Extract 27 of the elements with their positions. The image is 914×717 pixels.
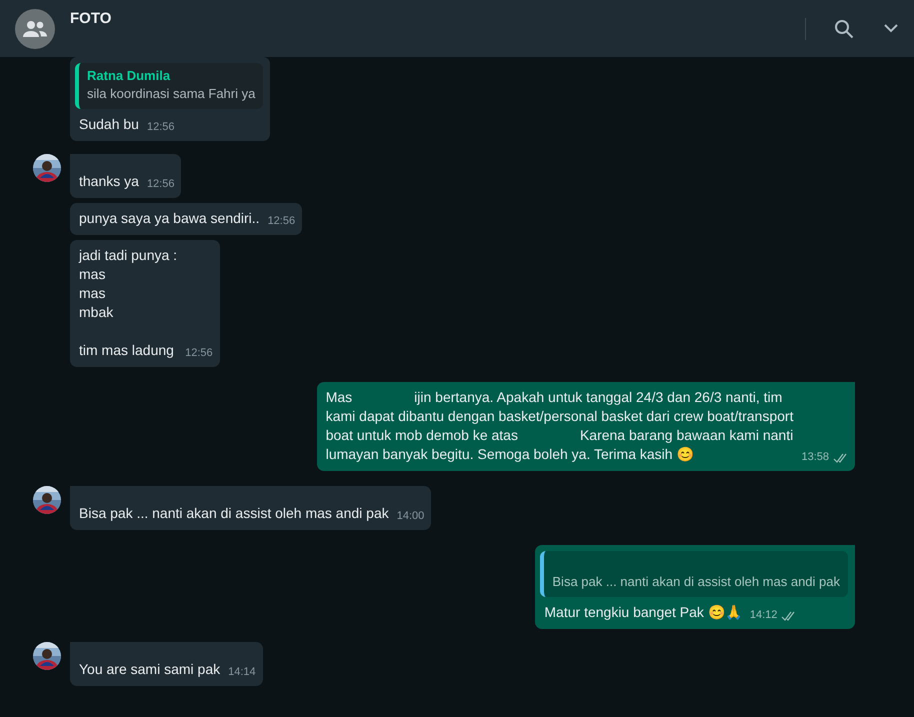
chat-title: FOTO [70,10,112,27]
message-time: 14:14 [228,665,256,680]
message-time: 12:56 [185,346,213,361]
message-text: Matur tengkiu banget Pak 😊🙏 [544,603,742,622]
message-text: jadi tadi punya : mas mas mbak tim mas ladung [79,246,178,360]
message-text: Mas ijin bertanya. Apakah untuk tanggal 24/3 dan 26/3 nanti, tim kami dapat dibantu dengan basket/personal basket dari crew boat/transport boat untuk mob demob ke atas Karena barang bawaan kami nanti lumayan banyak begitu. Semoga boleh ya. Terima kasih 😊 [326,388,794,464]
message-text: Bisa pak ... nanti akan di assist oleh mas andi pak [79,504,389,523]
message-time: 13:58 [801,450,829,465]
quote-text: Bisa pak ... nanti akan di assist oleh mas andi pak [552,573,840,591]
double-check-icon [833,452,848,462]
message-time: 14:00 [396,509,424,524]
message-text: thanks ya [79,172,139,191]
chevron-down-icon[interactable] [884,24,898,33]
message-text: You are sami sami pak [79,660,220,679]
quote-author: Ratna Dumila [87,67,172,85]
message-time: 12:56 [146,120,174,135]
double-check-icon [781,610,796,620]
quoted-message[interactable]: Ratna Dumila sila koordinasi sama Fahri ya [75,63,264,109]
message-text: punya saya ya bawa sendiri.. [79,209,260,228]
message-time: 12:56 [268,214,296,229]
message-text: Sudah bu [79,115,139,134]
quoted-message[interactable]: Bisa pak ... nanti akan di assist oleh mas andi pak [540,551,848,597]
message-time: 14:12 [750,608,778,623]
message-time: 12:56 [146,177,174,192]
group-icon [22,20,48,38]
search-icon[interactable] [834,18,854,38]
quote-text: sila koordinasi sama Fahri ya [87,85,256,103]
